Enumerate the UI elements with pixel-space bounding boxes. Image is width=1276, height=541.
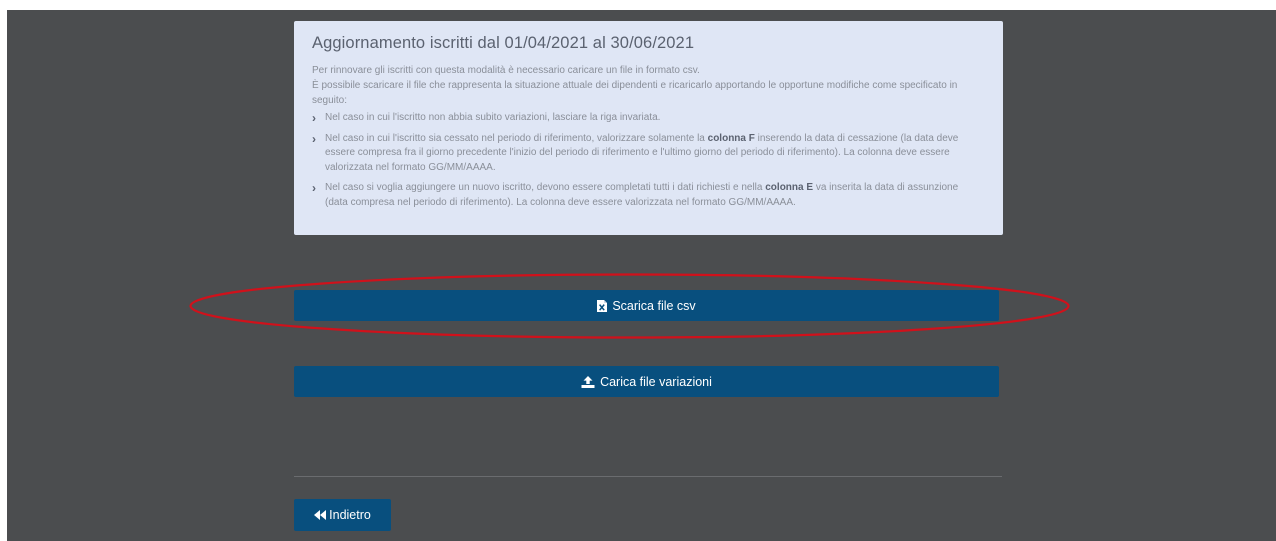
section-divider: [294, 476, 1002, 477]
rule-highlight: colonna F: [707, 132, 755, 144]
backward-icon: [314, 510, 327, 520]
rule-text-start: Nel caso si voglia aggiungere un nuovo i…: [325, 182, 766, 193]
download-csv-button[interactable]: Scarica file csv: [294, 290, 999, 321]
chevron-right-icon: ›: [312, 111, 316, 125]
download-csv-label: Scarica file csv: [612, 298, 696, 313]
list-item: › Nel caso si voglia aggiungere un nuovo…: [312, 181, 981, 210]
back-label: Indietro: [329, 508, 371, 522]
instructions-panel: Aggiornamento iscritti dal 01/04/2021 al…: [294, 21, 1003, 235]
intro-line-2: È possibile scaricare il file che rappre…: [312, 80, 958, 106]
rule-text: Nel caso in cui l'iscritto non abbia sub…: [325, 112, 661, 123]
list-item: › Nel caso in cui l'iscritto non abbia s…: [312, 111, 981, 126]
rule-text-start: Nel caso in cui l'iscritto sia cessato n…: [325, 132, 708, 144]
chevron-right-icon: ›: [312, 181, 316, 195]
file-excel-icon: [597, 299, 608, 312]
rules-list: › Nel caso in cui l'iscritto non abbia s…: [312, 111, 981, 210]
chevron-right-icon: ›: [312, 131, 316, 146]
panel-title: Aggiornamento iscritti dal 01/04/2021 al…: [312, 34, 695, 52]
intro-line-1: Per rinnovare gli iscritti con questa mo…: [312, 65, 700, 76]
rule-highlight: colonna E: [765, 182, 814, 193]
upload-variations-label: Carica file variazioni: [600, 374, 712, 389]
back-button[interactable]: Indietro: [294, 499, 391, 531]
upload-icon: [581, 375, 595, 388]
list-item: › Nel caso in cui l'iscritto sia cessato…: [312, 132, 981, 176]
upload-variations-button[interactable]: Carica file variazioni: [294, 366, 999, 397]
